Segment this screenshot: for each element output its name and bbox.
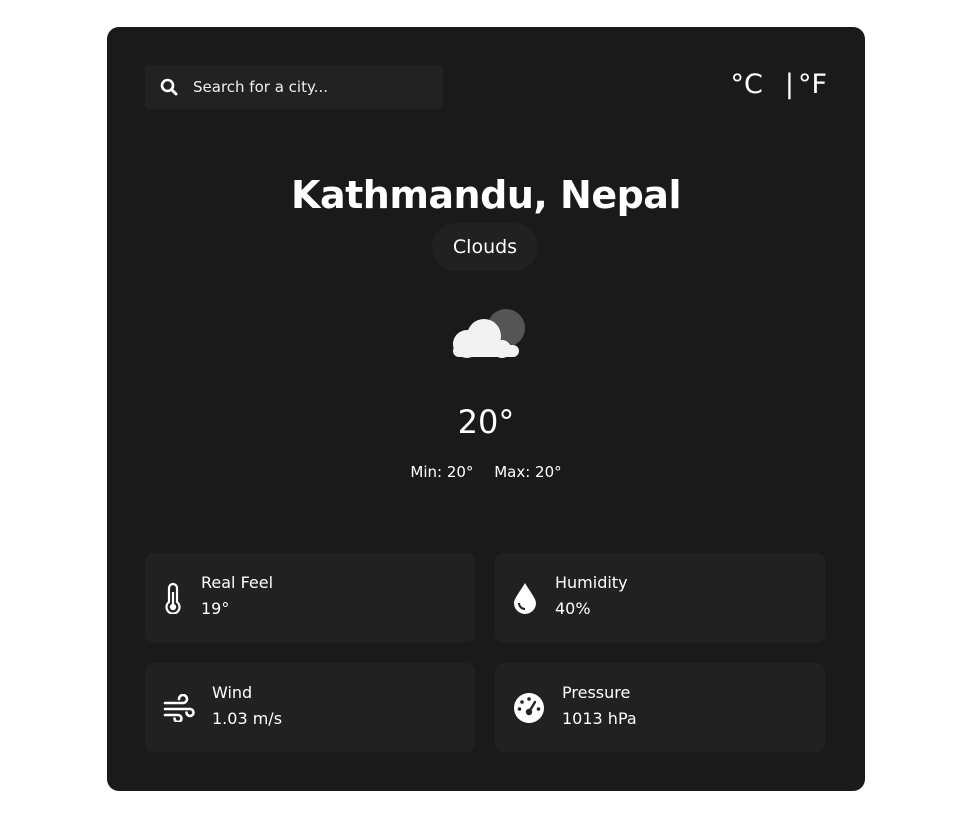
unit-toggle: °C | °F bbox=[731, 69, 828, 100]
search-icon[interactable] bbox=[145, 78, 193, 96]
weather-card: °C | °F Kathmandu, Nepal Clouds 20° Min:… bbox=[107, 27, 865, 791]
search-input[interactable] bbox=[193, 78, 423, 96]
detail-tile-wind: Wind 1.03 m/s bbox=[145, 663, 475, 752]
detail-tile-real-feel: Real Feel 19° bbox=[145, 553, 475, 642]
max-temperature: Max: 20° bbox=[494, 463, 562, 481]
gauge-icon bbox=[513, 663, 545, 752]
search-bar[interactable] bbox=[145, 65, 443, 109]
detail-tile-pressure: Pressure 1013 hPa bbox=[495, 663, 825, 752]
wind-value: 1.03 m/s bbox=[212, 709, 283, 728]
wind-label: Wind bbox=[212, 683, 253, 702]
current-temperature: 20° bbox=[457, 403, 515, 441]
city-title: Kathmandu, Nepal bbox=[291, 173, 681, 217]
cloud-moon-icon bbox=[445, 305, 529, 367]
condition-badge: Clouds bbox=[432, 223, 538, 271]
humidity-value: 40% bbox=[555, 599, 591, 618]
pressure-label: Pressure bbox=[562, 683, 631, 702]
wind-icon bbox=[163, 663, 195, 752]
min-max-temperature: Min: 20° Max: 20° bbox=[107, 463, 865, 481]
real-feel-value: 19° bbox=[201, 599, 230, 618]
droplet-icon bbox=[513, 553, 537, 642]
celsius-button[interactable]: °C bbox=[731, 69, 763, 100]
unit-separator: | bbox=[784, 69, 794, 100]
fahrenheit-button[interactable]: °F bbox=[798, 69, 827, 100]
thermometer-icon bbox=[165, 553, 181, 642]
humidity-label: Humidity bbox=[555, 573, 628, 592]
real-feel-label: Real Feel bbox=[201, 573, 274, 592]
detail-tile-humidity: Humidity 40% bbox=[495, 553, 825, 642]
min-temperature: Min: 20° bbox=[410, 463, 474, 481]
pressure-value: 1013 hPa bbox=[562, 709, 637, 728]
